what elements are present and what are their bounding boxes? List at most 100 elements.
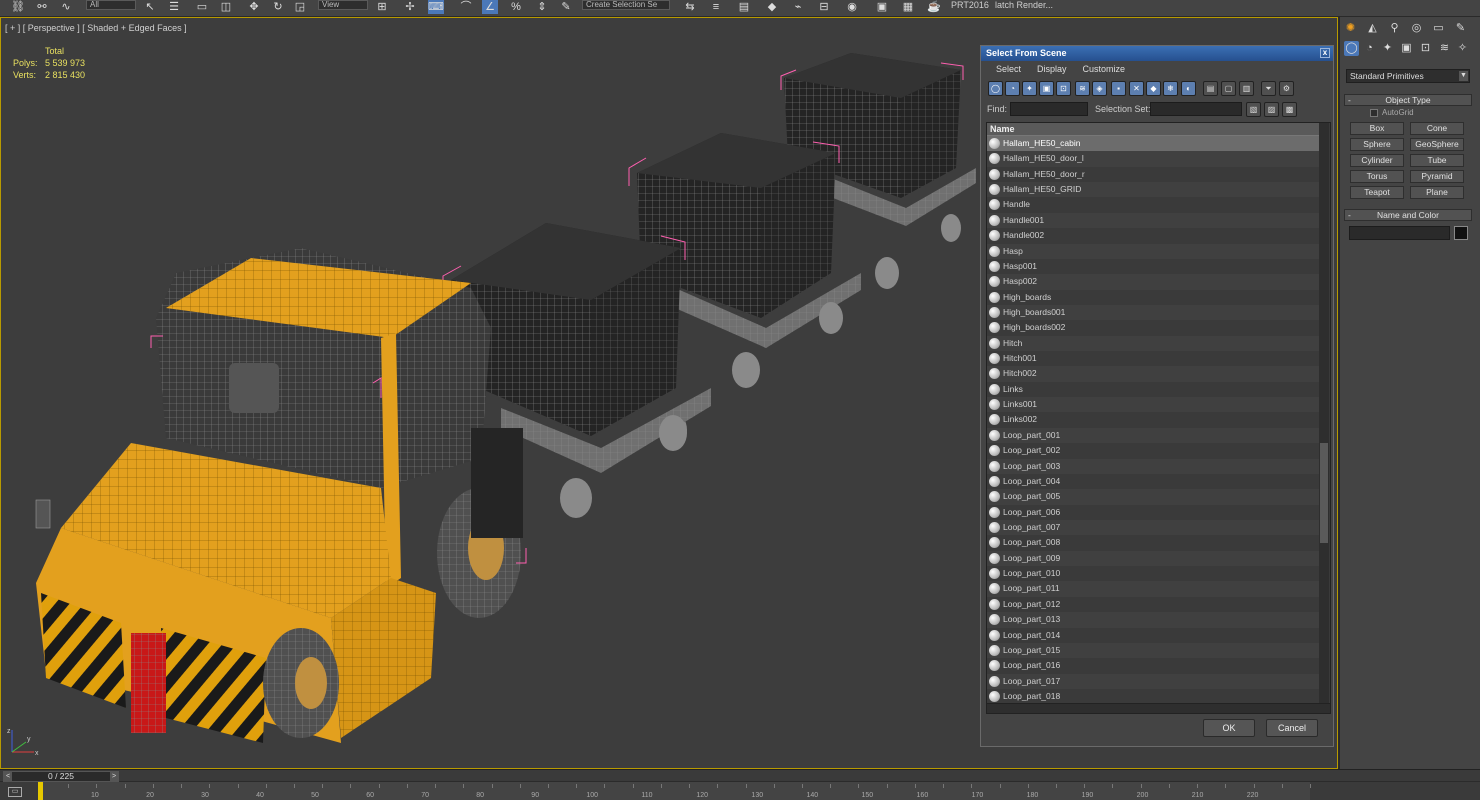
list-item[interactable]: Hallam_HE50_GRID <box>987 182 1320 198</box>
render-icon[interactable]: ☕ <box>926 0 942 14</box>
pyramid-button[interactable]: Pyramid <box>1410 170 1464 183</box>
tube-button[interactable]: Tube <box>1410 154 1464 167</box>
display-none-icon[interactable]: ▢ <box>1221 81 1236 96</box>
list-item[interactable]: Hasp002 <box>987 274 1320 290</box>
display-helpers-icon[interactable]: ⊡ <box>1056 81 1071 96</box>
list-item[interactable]: Loop_part_018 <box>987 689 1320 704</box>
list-item[interactable]: Loop_part_017 <box>987 673 1320 689</box>
curve-editor-icon[interactable]: ⌁ <box>790 0 806 14</box>
column-header-name[interactable]: Name <box>987 123 1320 136</box>
autogrid-checkbox[interactable]: AutoGrid <box>1370 108 1414 117</box>
pivot-center-icon[interactable]: ⊞ <box>374 0 390 14</box>
viewport-label[interactable]: [ + ] [ Perspective ] [ Shaded + Edged F… <box>5 23 187 33</box>
list-item[interactable]: Links001 <box>987 397 1320 413</box>
batch-render-label[interactable]: latch Render... <box>995 0 1053 10</box>
list-item[interactable]: Loop_part_013 <box>987 612 1320 628</box>
filter-icon[interactable]: ⏷ <box>1261 81 1276 96</box>
cone-button[interactable]: Cone <box>1410 122 1464 135</box>
cancel-button[interactable]: Cancel <box>1266 719 1318 737</box>
list-item[interactable]: Loop_part_015 <box>987 642 1320 659</box>
name-and-color-rollout[interactable]: - Name and Color <box>1344 209 1472 221</box>
display-xrefs-icon[interactable]: ▪ <box>1111 81 1126 96</box>
list-item[interactable]: High_boards001 <box>987 304 1320 321</box>
unlink-icon[interactable]: ⚯ <box>34 0 50 14</box>
invert-display-icon[interactable]: ▥ <box>1239 81 1254 96</box>
remove-from-selection-set-icon[interactable]: ▩ <box>1282 102 1297 117</box>
torus-button[interactable]: Torus <box>1350 170 1404 183</box>
object-category-dropdown[interactable]: Standard Primitives ▼ <box>1346 69 1470 83</box>
list-item[interactable]: Loop_part_009 <box>987 550 1320 567</box>
time-cursor[interactable] <box>38 782 43 800</box>
move-icon[interactable]: ✥ <box>246 0 262 14</box>
list-item[interactable]: Handle001 <box>987 212 1320 229</box>
key-filter-icon[interactable]: ▭ <box>8 787 22 797</box>
selection-filter-dropdown[interactable]: All <box>86 0 136 10</box>
next-frame-icon[interactable]: > <box>110 772 118 781</box>
list-item[interactable]: Loop_part_010 <box>987 566 1320 581</box>
snaps-toggle-icon[interactable]: ⌒ <box>458 0 474 14</box>
create-tab-icon[interactable]: ✺ <box>1343 21 1358 36</box>
vertical-scrollbar[interactable] <box>1319 123 1329 703</box>
object-name-input[interactable] <box>1349 226 1450 240</box>
rendered-frame-icon[interactable]: ▦ <box>900 0 916 14</box>
selection-set-dropdown[interactable] <box>1150 102 1242 116</box>
list-item[interactable]: Links <box>987 382 1320 397</box>
dialog-title-bar[interactable]: Select From Scene x <box>981 46 1333 61</box>
cameras-category-icon[interactable]: ▣ <box>1399 41 1414 56</box>
close-icon[interactable]: x <box>1320 48 1330 58</box>
link-icon[interactable]: ⛓ <box>10 0 26 14</box>
display-lights-icon[interactable]: ✦ <box>1022 81 1037 96</box>
plane-button[interactable]: Plane <box>1410 186 1464 199</box>
list-item[interactable]: Hallam_HE50_cabin <box>987 136 1320 152</box>
select-object-icon[interactable]: ↖ <box>142 0 158 14</box>
list-item[interactable]: Loop_part_012 <box>987 597 1320 612</box>
ok-button[interactable]: OK <box>1203 719 1255 737</box>
render-setup-icon[interactable]: ▣ <box>874 0 890 14</box>
modify-tab-icon[interactable]: ◭ <box>1365 21 1380 36</box>
list-item[interactable]: Loop_part_016 <box>987 658 1320 673</box>
mirror-icon[interactable]: ⇆ <box>682 0 698 14</box>
list-item[interactable]: Loop_part_001 <box>987 427 1320 444</box>
list-item[interactable]: Loop_part_014 <box>987 628 1320 643</box>
list-item[interactable]: Loop_part_007 <box>987 519 1320 536</box>
list-item[interactable]: Hitch001 <box>987 351 1320 366</box>
track-bar[interactable]: ▭ 10 20 30 40 50 60 70 80 90 100 110 120 130 140 150 16… <box>0 782 1480 800</box>
time-slider[interactable]: < 0 / 225 > <box>3 771 119 782</box>
box-button[interactable]: Box <box>1350 122 1404 135</box>
shapes-category-icon[interactable]: ◔ <box>1362 41 1377 56</box>
menu-select[interactable]: Select <box>996 61 1021 78</box>
display-geometry-icon[interactable]: ◯ <box>988 81 1003 96</box>
horizontal-scrollbar[interactable] <box>987 703 1330 713</box>
list-item[interactable]: Hallam_HE50_door_l <box>987 151 1320 167</box>
motion-tab-icon[interactable]: ◎ <box>1409 21 1424 36</box>
angle-snap-icon[interactable]: ∠ <box>482 0 498 14</box>
percent-snap-icon[interactable]: % <box>508 0 524 14</box>
list-item[interactable]: Loop_part_005 <box>987 489 1320 505</box>
rectangular-region-icon[interactable]: ▭ <box>194 0 210 14</box>
display-cameras-icon[interactable]: ▣ <box>1039 81 1054 96</box>
object-color-swatch[interactable] <box>1454 226 1468 240</box>
rotate-icon[interactable]: ↻ <box>270 0 286 14</box>
cylinder-button[interactable]: Cylinder <box>1350 154 1404 167</box>
list-item[interactable]: Loop_part_004 <box>987 474 1320 489</box>
graphite-tools-icon[interactable]: ◆ <box>764 0 780 14</box>
find-input[interactable] <box>1010 102 1088 116</box>
list-item[interactable]: Hasp <box>987 243 1320 259</box>
prev-frame-icon[interactable]: < <box>4 772 12 781</box>
teapot-button[interactable]: Teapot <box>1350 186 1404 199</box>
list-item[interactable]: Hallam_HE50_door_r <box>987 167 1320 182</box>
align-icon[interactable]: ≡ <box>708 0 724 14</box>
spinner-snap-icon[interactable]: ⇕ <box>534 0 550 14</box>
named-selection-set-dropdown[interactable]: Create Selection Se <box>582 0 670 10</box>
frame-ruler[interactable]: 10 20 30 40 50 60 70 80 90 100 110 120 130 140 150 160 1… <box>40 782 1311 800</box>
list-item[interactable]: Loop_part_006 <box>987 505 1320 520</box>
display-containers-icon[interactable]: ◆ <box>1146 81 1161 96</box>
create-selection-set-icon[interactable]: ▧ <box>1246 102 1261 117</box>
material-editor-icon[interactable]: ◉ <box>844 0 860 14</box>
spacewarps-category-icon[interactable]: ≋ <box>1437 41 1452 56</box>
display-all-icon[interactable]: ▤ <box>1203 81 1218 96</box>
schematic-view-icon[interactable]: ⊟ <box>816 0 832 14</box>
bind-spacewarp-icon[interactable]: ∿ <box>58 0 74 14</box>
filter-settings-icon[interactable]: ⚙ <box>1279 81 1294 96</box>
display-groups-icon[interactable]: ◈ <box>1092 81 1107 96</box>
